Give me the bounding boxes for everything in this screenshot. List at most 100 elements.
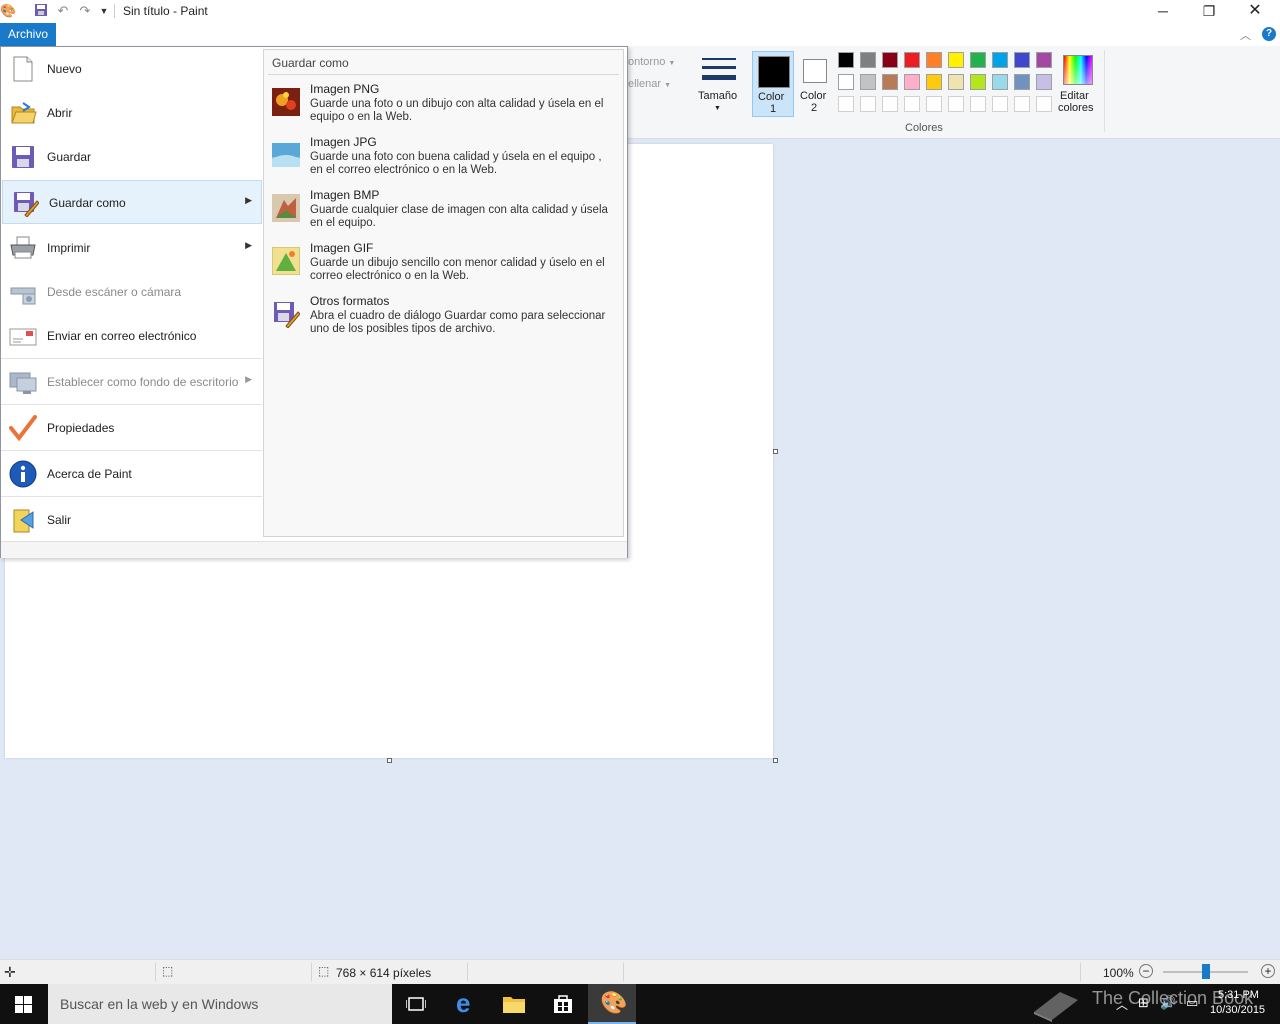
save-as-icon [14, 192, 39, 217]
menu-item-print[interactable]: Imprimir ▶ [1, 226, 261, 270]
clock-time[interactable]: 5:31 PM [1218, 989, 1259, 1001]
jpg-image-icon [272, 143, 300, 167]
palette-swatch[interactable] [1014, 52, 1030, 68]
palette-swatch[interactable] [992, 74, 1008, 90]
file-tab[interactable]: Archivo [0, 23, 56, 46]
outline-button[interactable]: ontorno ▼ [628, 56, 675, 68]
palette-swatch[interactable] [992, 52, 1008, 68]
show-hidden-icons[interactable]: ︿ [1116, 996, 1128, 1013]
menu-item-open[interactable]: Abrir [1, 91, 261, 135]
palette-swatch[interactable] [860, 52, 876, 68]
save-as-gif[interactable]: Imagen GIF Guarde un dibujo sencillo con… [270, 239, 618, 289]
resize-handle-right[interactable] [773, 449, 778, 454]
network-icon[interactable]: ⊞ [1138, 995, 1149, 1011]
palette-swatch[interactable] [904, 74, 920, 90]
menu-item-save-as[interactable]: Guardar como ▶ [2, 180, 262, 224]
menu-item-new[interactable]: Nuevo [1, 47, 261, 91]
custom-color-slot[interactable] [926, 96, 942, 112]
custom-color-slot[interactable] [904, 96, 920, 112]
scanner-icon [10, 287, 36, 305]
save-as-jpg[interactable]: Imagen JPG Guarde una foto con buena cal… [270, 133, 618, 183]
custom-color-slot[interactable] [838, 96, 854, 112]
zoom-in-button[interactable]: + [1261, 964, 1275, 978]
help-icon[interactable]: ? [1262, 27, 1276, 41]
custom-color-slot[interactable] [992, 96, 1008, 112]
restore-button[interactable]: ❐ [1186, 0, 1232, 22]
palette-swatch[interactable] [1036, 52, 1052, 68]
menu-label-desktop-background: Establecer como fondo de escritorio [47, 375, 239, 389]
submenu-description: Guarde cualquier clase de imagen con alt… [310, 204, 608, 229]
color2-number: 2 [811, 102, 818, 114]
size-button[interactable]: Tamaño ▼ [694, 50, 744, 116]
taskbar-paint[interactable]: 🎨 [588, 984, 636, 1024]
action-center-icon[interactable]: ▭ [1186, 995, 1198, 1011]
palette-swatch[interactable] [1014, 74, 1030, 90]
color-spectrum-icon [1063, 55, 1093, 85]
palette-swatch[interactable] [948, 74, 964, 90]
task-view-button[interactable] [392, 984, 440, 1024]
zoom-level: 100% [1103, 966, 1134, 980]
clock-date[interactable]: 10/30/2015 [1210, 1004, 1265, 1016]
taskbar-explorer[interactable] [490, 984, 538, 1024]
taskbar: Buscar en la web y en Windows e 🎨 The Co… [0, 984, 1280, 1024]
selection-size-icon: ⬚ [162, 964, 174, 978]
menu-item-exit[interactable]: Salir [1, 498, 261, 542]
palette-swatch[interactable] [1036, 74, 1052, 90]
custom-color-slot[interactable] [948, 96, 964, 112]
custom-color-slot[interactable] [970, 96, 986, 112]
menu-separator [1, 496, 262, 497]
color1-label: Color [758, 91, 785, 103]
palette-swatch[interactable] [882, 74, 898, 90]
paint-app-icon[interactable]: 🎨 [0, 3, 16, 19]
custom-color-slot[interactable] [1036, 96, 1052, 112]
start-button[interactable] [0, 984, 48, 1024]
palette-swatch[interactable] [838, 74, 854, 90]
store-icon [554, 995, 572, 1013]
menu-item-about[interactable]: Acerca de Paint [1, 452, 261, 496]
quick-save-icon[interactable] [33, 3, 49, 19]
color2-button[interactable]: Color 2 [797, 51, 833, 117]
close-button[interactable]: ✕ [1232, 0, 1278, 22]
palette-swatch[interactable] [970, 74, 986, 90]
palette-swatch[interactable] [904, 52, 920, 68]
collapse-ribbon-icon[interactable]: ︿ [1240, 27, 1251, 43]
save-as-bmp[interactable]: Imagen BMP Guarde cualquier clase de ima… [270, 186, 618, 236]
palette-swatch[interactable] [970, 52, 986, 68]
custom-color-slot[interactable] [1014, 96, 1030, 112]
custom-color-slot[interactable] [882, 96, 898, 112]
palette-swatch[interactable] [838, 52, 854, 68]
zoom-out-button[interactable]: − [1139, 964, 1153, 978]
save-as-other-formats[interactable]: Otros formatos Abra el cuadro de diálogo… [270, 292, 618, 342]
email-icon [9, 328, 37, 346]
canvas-dimensions: 768 × 614 píxeles [336, 966, 432, 980]
resize-handle-corner[interactable] [773, 758, 778, 763]
book-watermark-icon [1034, 992, 1078, 1022]
taskbar-edge[interactable]: e [442, 984, 490, 1024]
palette-swatch[interactable] [948, 52, 964, 68]
minimize-button[interactable]: ─ [1140, 0, 1186, 22]
customize-quick-access-icon[interactable]: ▼ [96, 3, 112, 19]
fill-button[interactable]: ellenar ▼ [628, 78, 671, 90]
redo-icon[interactable]: ↷ [77, 3, 93, 19]
undo-icon[interactable]: ↶ [55, 3, 71, 19]
resize-handle-bottom[interactable] [387, 758, 392, 763]
taskbar-store[interactable] [539, 984, 587, 1024]
custom-color-slot[interactable] [860, 96, 876, 112]
save-as-png[interactable]: Imagen PNG Guarde una foto o un dibujo c… [270, 80, 618, 130]
palette-swatch[interactable] [926, 52, 942, 68]
zoom-slider-thumb[interactable] [1202, 964, 1210, 979]
menu-item-email[interactable]: Enviar en correo electrónico [1, 314, 261, 358]
color2-swatch [803, 59, 827, 83]
palette-swatch[interactable] [882, 52, 898, 68]
submenu-header: Guardar como [272, 56, 349, 70]
color1-button[interactable]: Color 1 [752, 51, 794, 117]
menu-label-save: Guardar [47, 150, 92, 164]
palette-swatch[interactable] [926, 74, 942, 90]
cursor-position-icon: ✛ [4, 964, 16, 980]
palette-swatch[interactable] [860, 74, 876, 90]
taskbar-search[interactable]: Buscar en la web y en Windows [48, 984, 392, 1024]
volume-icon[interactable]: 🔊 [1160, 995, 1176, 1011]
menu-item-save[interactable]: Guardar [1, 135, 261, 179]
edit-colors-button[interactable]: Editar colores [1056, 51, 1100, 117]
menu-item-properties[interactable]: Propiedades [1, 406, 261, 450]
